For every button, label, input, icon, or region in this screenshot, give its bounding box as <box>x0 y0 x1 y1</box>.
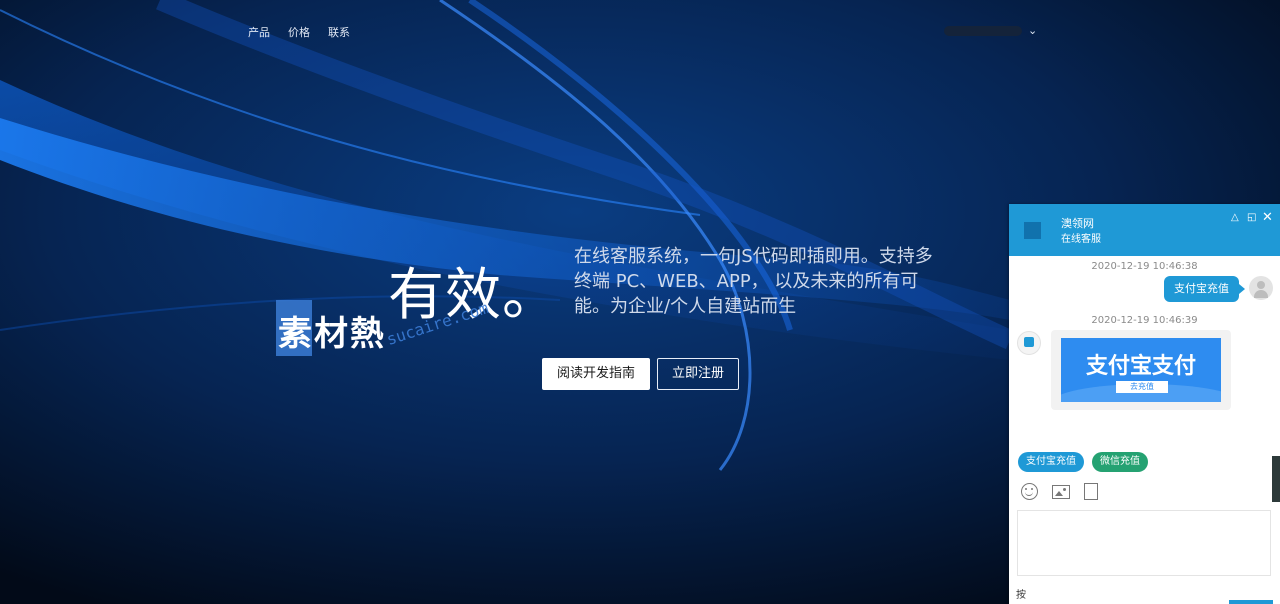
chevron-down-icon: ⌄ <box>1028 24 1038 37</box>
message-input[interactable] <box>1017 510 1271 576</box>
volume-icon[interactable]: △ <box>1231 212 1239 223</box>
user-menu[interactable]: ⌄ <box>944 24 1038 37</box>
payment-card-banner: 支付宝支付 去充值 <box>1061 338 1221 402</box>
outgoing-message: 支付宝充值 <box>1164 276 1245 302</box>
message-time: 2020-12-19 10:46:38 <box>1091 261 1198 272</box>
user-name-placeholder <box>944 26 1022 36</box>
nav-item-contact[interactable]: 联系 <box>328 24 350 40</box>
nav-item-products[interactable]: 产品 <box>248 24 270 40</box>
chat-logo-icon <box>1024 222 1041 239</box>
image-icon[interactable] <box>1052 485 1070 499</box>
send-button[interactable] <box>1229 600 1273 604</box>
emoji-icon[interactable] <box>1021 483 1038 500</box>
nav-item-pricing[interactable]: 价格 <box>288 24 310 40</box>
message-time: 2020-12-19 10:46:39 <box>1091 315 1198 326</box>
watermark: 素材熱 sucaire.com <box>276 298 526 370</box>
input-hint: 按 <box>1016 590 1026 601</box>
agent-avatar-icon <box>1017 331 1041 355</box>
read-guide-button[interactable]: 阅读开发指南 <box>542 358 651 390</box>
register-button[interactable]: 立即注册 <box>657 358 740 390</box>
payment-card: 支付宝支付 去充值 <box>1051 330 1231 410</box>
chat-widget: 澳领网 在线客服 △ ◱ ✕ 2020-12-19 10:46:38 支付宝充值… <box>1009 204 1280 604</box>
chat-header: 澳领网 在线客服 △ ◱ ✕ <box>1009 204 1280 256</box>
chat-toolbar <box>1021 483 1098 500</box>
close-icon[interactable]: ✕ <box>1262 210 1273 225</box>
top-nav: 产品 价格 联系 <box>248 24 350 40</box>
file-icon[interactable] <box>1084 483 1098 500</box>
quick-reply-alipay[interactable]: 支付宝充值 <box>1018 452 1084 472</box>
payment-card-title: 支付宝支付 <box>1085 354 1196 379</box>
hero-subtitle: 在线客服系统，一句JS代码即插即用。支持多终端 PC、WEB、APP， 以及未来… <box>574 246 933 317</box>
chat-status: 在线客服 <box>1061 234 1101 245</box>
watermark-cn: 素材熱 <box>278 314 386 354</box>
chat-title: 澳领网 <box>1061 217 1094 230</box>
quick-reply-wechat[interactable]: 微信充值 <box>1092 452 1148 472</box>
maximize-icon[interactable]: ◱ <box>1247 212 1256 223</box>
watermark-en: sucaire.com <box>384 298 491 349</box>
user-avatar-icon <box>1249 276 1273 300</box>
side-scroll-handle[interactable] <box>1272 456 1280 502</box>
recharge-button[interactable]: 去充值 <box>1116 381 1168 393</box>
